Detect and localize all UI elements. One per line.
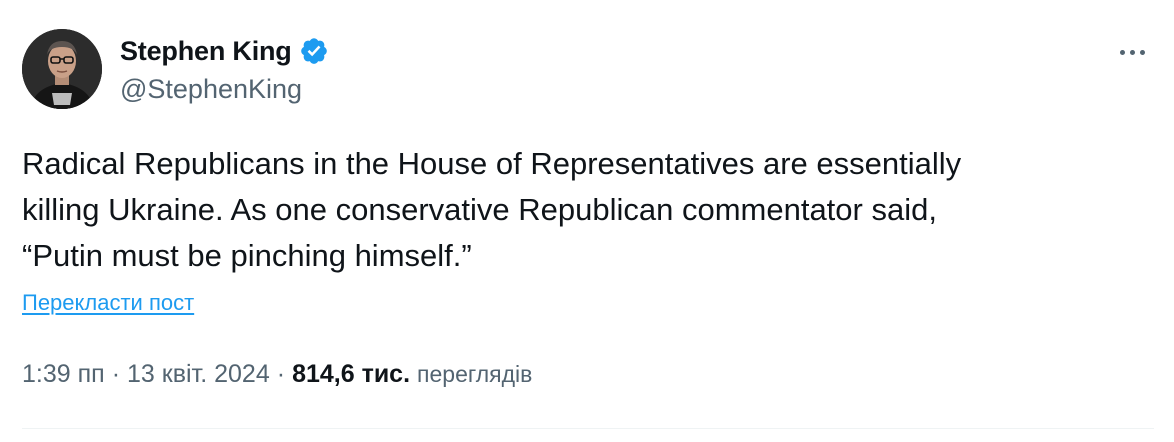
author-name-row: Stephen King bbox=[120, 33, 329, 69]
more-horizontal-icon-dot bbox=[1119, 49, 1125, 55]
post-time[interactable]: 1:39 пп bbox=[22, 360, 105, 389]
avatar-photo-icon bbox=[22, 29, 102, 109]
post-text-line: “Putin must be pinching himself.” bbox=[22, 238, 472, 273]
meta-separator: · bbox=[276, 360, 286, 388]
post-text-line: Radical Republicans in the House of Repr… bbox=[22, 146, 962, 181]
translate-post-link[interactable]: Перекласти пост bbox=[22, 290, 194, 316]
author-handle[interactable]: @StephenKing bbox=[120, 74, 302, 105]
avatar[interactable] bbox=[22, 29, 102, 109]
post-date[interactable]: 13 квіт. 2024 bbox=[127, 360, 270, 389]
more-horizontal-icon-dot bbox=[1129, 49, 1135, 55]
views-label: переглядів bbox=[417, 361, 533, 387]
more-options-button[interactable] bbox=[1110, 38, 1154, 66]
more-horizontal-icon-dot bbox=[1139, 49, 1145, 55]
divider bbox=[22, 428, 1154, 429]
views-count: 814,6 тис. bbox=[292, 360, 411, 388]
author-display-name[interactable]: Stephen King bbox=[120, 36, 292, 67]
meta-separator: · bbox=[111, 360, 121, 388]
tweet: Stephen King @StephenKing Radical Republ… bbox=[0, 0, 1174, 442]
verified-badge-icon[interactable] bbox=[299, 36, 329, 66]
post-meta: 1:39 пп · 13 квіт. 2024 · 814,6 тис. пер… bbox=[22, 360, 532, 389]
post-text: Radical Republicans in the House of Repr… bbox=[22, 141, 1152, 279]
post-text-line: killing Ukraine. As one conservative Rep… bbox=[22, 192, 937, 227]
